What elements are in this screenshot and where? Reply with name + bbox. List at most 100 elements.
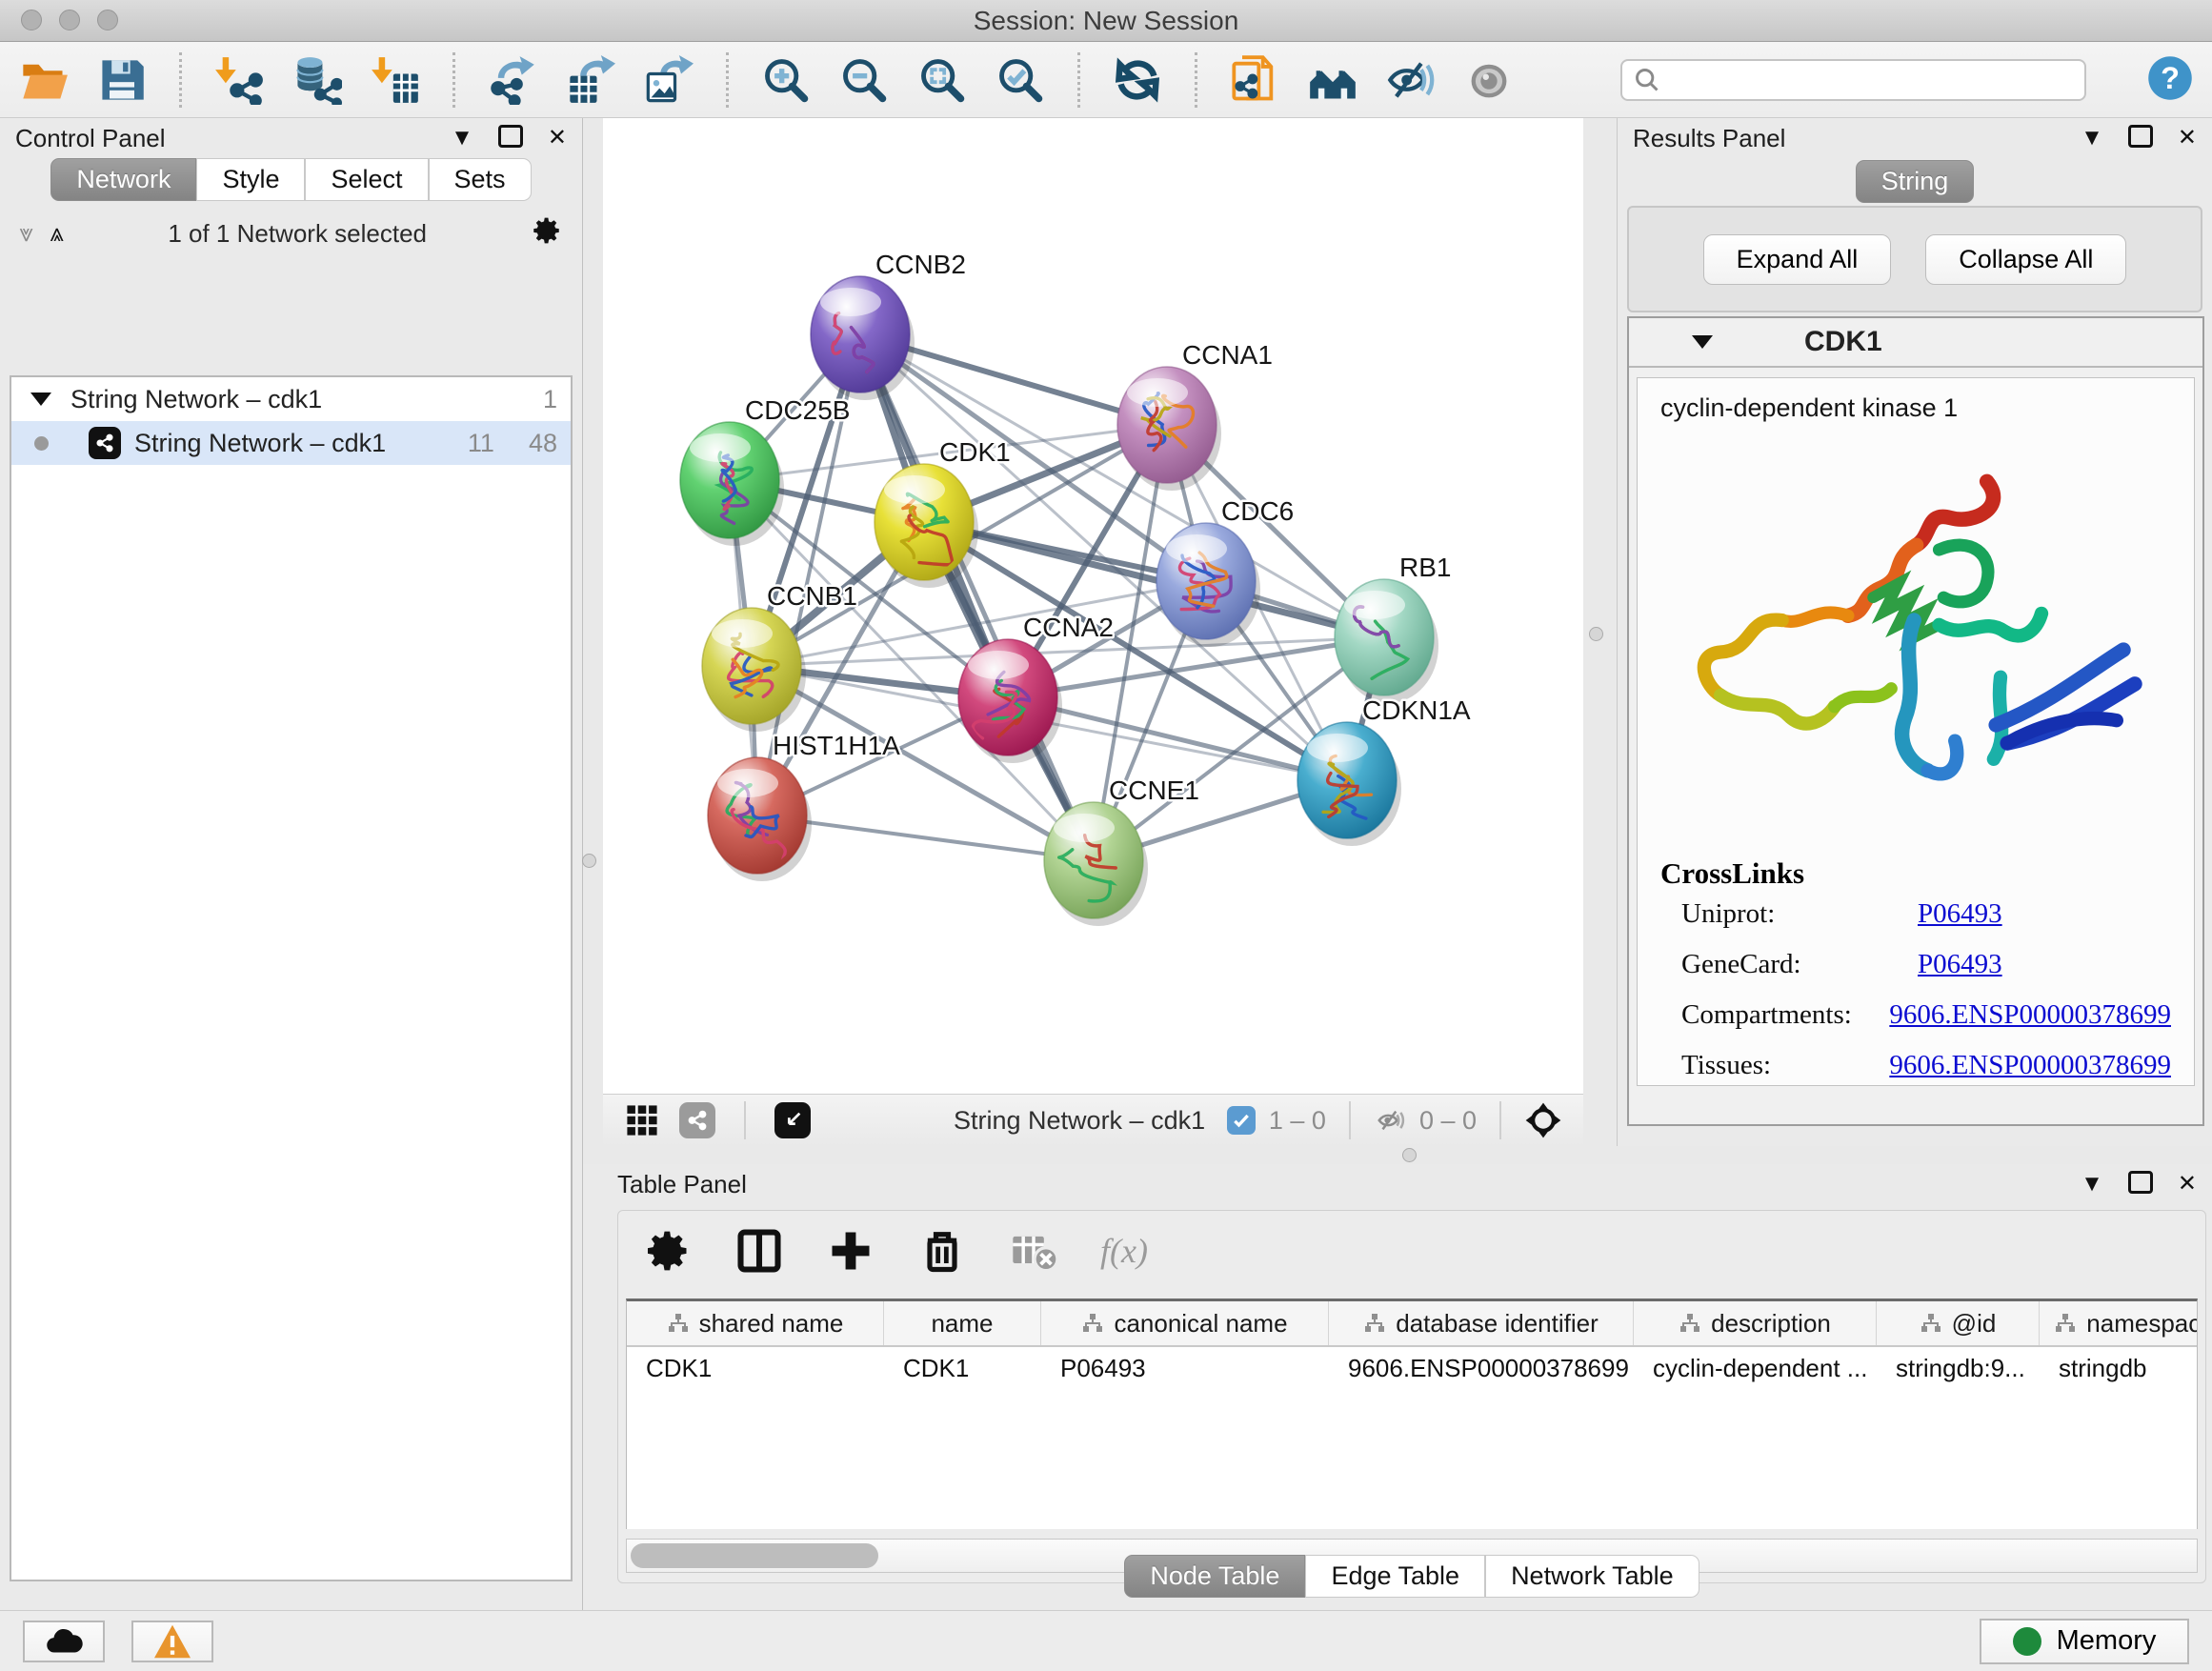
network-node-cdkn1a[interactable] xyxy=(1297,722,1401,846)
tab-style[interactable]: Style xyxy=(196,158,305,201)
column-header-canonical-name[interactable]: canonical name xyxy=(1041,1301,1329,1345)
control-panel-collapse-button[interactable]: ▼ xyxy=(451,127,473,150)
table-panel-float-button[interactable] xyxy=(2128,1171,2153,1198)
horizontal-splitter[interactable] xyxy=(583,1146,2212,1164)
compartments-link[interactable]: 9606.ENSP00000378699 xyxy=(1889,999,2171,1031)
network-canvas[interactable]: CCNB2CCNA1CDC25BCDK1CDC6RB1CCNB1CCNA2CDK… xyxy=(603,118,1583,1094)
traffic-lights[interactable] xyxy=(21,10,118,30)
network-row[interactable]: String Network – cdk1 11 48 xyxy=(11,421,571,465)
collapse-all-button[interactable]: Collapse All xyxy=(1925,234,2126,285)
network-node-rb1[interactable] xyxy=(1335,579,1438,703)
results-panel-close-button[interactable]: ✕ xyxy=(2178,127,2197,150)
cloud-status-button[interactable] xyxy=(23,1621,105,1662)
tissues-link[interactable]: 9606.ENSP00000378699 xyxy=(1889,1050,2171,1081)
export-image-button[interactable] xyxy=(642,51,695,109)
results-panel-collapse-button[interactable]: ▼ xyxy=(2081,127,2103,150)
section-collapse-triangle-icon[interactable] xyxy=(1692,335,1713,349)
network-node-ccna2[interactable] xyxy=(958,639,1062,763)
tab-select[interactable]: Select xyxy=(305,158,428,201)
import-table-file-button[interactable] xyxy=(369,51,422,109)
show-column-button[interactable] xyxy=(734,1224,784,1278)
network-options-gear-icon[interactable] xyxy=(531,214,563,253)
tab-sets[interactable]: Sets xyxy=(429,158,532,201)
close-window-button[interactable] xyxy=(21,10,42,30)
network-share-button[interactable] xyxy=(679,1102,715,1138)
tab-string[interactable]: String xyxy=(1856,160,1975,203)
table-cell[interactable]: CDK1 xyxy=(884,1347,1041,1389)
table-cell[interactable]: stringdb xyxy=(2040,1347,2198,1389)
column-header-description[interactable]: description xyxy=(1634,1301,1877,1345)
network-node-ccne1[interactable] xyxy=(1044,802,1148,926)
uniprot-link[interactable]: P06493 xyxy=(1918,898,2002,930)
collapse-all-networks-icon[interactable]: ⩔ xyxy=(19,218,33,249)
network-node-label: CCNB1 xyxy=(767,581,857,611)
horizontal-splitter-handle[interactable] xyxy=(1402,1148,1417,1162)
share-document-button[interactable] xyxy=(1228,51,1281,109)
first-neighbors-button[interactable] xyxy=(1306,51,1359,109)
import-network-database-button[interactable] xyxy=(291,51,344,109)
column-header-namespace[interactable]: namespace xyxy=(2040,1301,2198,1345)
zoom-in-button[interactable] xyxy=(759,51,813,109)
zoom-selected-button[interactable] xyxy=(994,51,1047,109)
column-header-database-identifier[interactable]: database identifier xyxy=(1329,1301,1634,1345)
tab-network-table[interactable]: Network Table xyxy=(1485,1555,1699,1598)
table-cell[interactable]: P06493 xyxy=(1041,1347,1329,1389)
zoom-out-button[interactable] xyxy=(837,51,891,109)
network-node-ccna1[interactable] xyxy=(1117,367,1221,491)
table-cell[interactable]: stringdb:9... xyxy=(1877,1347,2040,1389)
left-splitter-handle[interactable] xyxy=(582,854,596,868)
create-column-button[interactable] xyxy=(826,1224,875,1278)
table-panel-close-button[interactable]: ✕ xyxy=(2178,1173,2197,1196)
help-button[interactable]: ? xyxy=(2145,53,2195,106)
expand-all-button[interactable]: Expand All xyxy=(1703,234,1892,285)
show-all-button[interactable] xyxy=(1462,51,1516,109)
function-builder-button[interactable]: f(x) xyxy=(1100,1231,1148,1271)
table-row[interactable]: CDK1CDK1P064939606.ENSP00000378699cyclin… xyxy=(627,1347,2197,1389)
save-session-button[interactable] xyxy=(95,51,149,109)
results-panel-float-button[interactable] xyxy=(2128,125,2153,152)
column-header-id[interactable]: @id xyxy=(1877,1301,2040,1345)
network-collection-row[interactable]: String Network – cdk1 1 xyxy=(11,377,571,421)
expand-all-networks-icon[interactable]: ⩓ xyxy=(50,218,65,249)
delete-table-button[interactable] xyxy=(1009,1224,1058,1278)
node-position-crosshair-icon[interactable] xyxy=(1524,1101,1562,1139)
network-node-cdc25b[interactable] xyxy=(680,422,784,546)
table-cell[interactable]: CDK1 xyxy=(627,1347,884,1389)
memory-button[interactable]: Memory xyxy=(1980,1619,2189,1664)
gene-section-header[interactable]: CDK1 xyxy=(1629,318,2202,368)
collapse-triangle-icon[interactable] xyxy=(30,393,51,406)
refresh-button[interactable] xyxy=(1111,51,1164,109)
tab-network[interactable]: Network xyxy=(50,158,196,201)
import-network-file-button[interactable] xyxy=(212,51,266,109)
birds-eye-view-button[interactable] xyxy=(624,1102,660,1138)
table-cell[interactable]: cyclin-dependent ... xyxy=(1634,1347,1877,1389)
export-table-button[interactable] xyxy=(564,51,617,109)
zoom-window-button[interactable] xyxy=(97,10,118,30)
control-panel-float-button[interactable] xyxy=(498,125,523,152)
network-node-ccnb1[interactable] xyxy=(702,608,806,732)
selected-checkbox-icon[interactable] xyxy=(1227,1106,1256,1135)
network-node-ccnb2[interactable] xyxy=(811,276,915,400)
tab-edge-table[interactable]: Edge Table xyxy=(1305,1555,1485,1598)
graphics-details-button[interactable] xyxy=(774,1102,811,1138)
network-node-cdk1[interactable] xyxy=(875,464,978,588)
open-file-button[interactable] xyxy=(17,51,70,109)
zoom-fit-button[interactable] xyxy=(915,51,969,109)
column-header-name[interactable]: name xyxy=(884,1301,1041,1345)
genecard-link[interactable]: P06493 xyxy=(1918,949,2002,980)
control-panel-close-button[interactable]: ✕ xyxy=(548,127,567,150)
minimize-window-button[interactable] xyxy=(59,10,80,30)
table-options-gear-button[interactable] xyxy=(643,1224,693,1278)
table-cell[interactable]: 9606.ENSP00000378699 xyxy=(1329,1347,1634,1389)
network-node-hist1h1a[interactable] xyxy=(708,757,812,881)
warnings-button[interactable] xyxy=(131,1621,213,1662)
export-network-button[interactable] xyxy=(486,51,539,109)
network-node-cdc6[interactable] xyxy=(1156,523,1260,647)
table-panel-collapse-button[interactable]: ▼ xyxy=(2081,1173,2103,1196)
tab-node-table[interactable]: Node Table xyxy=(1124,1555,1305,1598)
column-header-shared-name[interactable]: shared name xyxy=(627,1301,884,1345)
right-splitter-handle[interactable] xyxy=(1589,627,1603,641)
search-input[interactable] xyxy=(1668,65,2073,94)
hide-selected-button[interactable] xyxy=(1384,51,1438,109)
delete-column-button[interactable] xyxy=(917,1224,967,1278)
